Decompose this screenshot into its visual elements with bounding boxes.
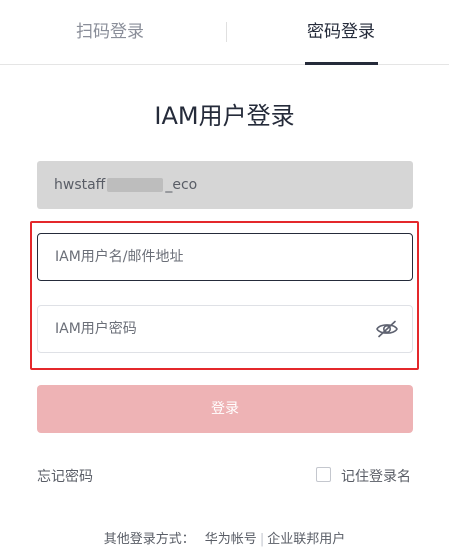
eye-slash-icon[interactable] <box>375 319 399 339</box>
username-input[interactable] <box>37 233 413 281</box>
page-title: IAM用户登录 <box>154 102 295 130</box>
remember-me-label: 记住登录名 <box>341 469 411 485</box>
account-name-redacted <box>107 178 164 192</box>
account-name-prefix: hwstaff <box>54 177 106 193</box>
password-input[interactable] <box>37 305 413 353</box>
tab-qr-login[interactable]: 扫码登录 <box>40 0 180 65</box>
login-button[interactable]: 登录 <box>37 385 413 433</box>
tab-password-login[interactable]: 密码登录 <box>299 0 383 65</box>
login-tabs: 扫码登录 密码登录 <box>0 0 449 65</box>
active-tab-indicator <box>305 62 378 65</box>
federated-user-link[interactable]: 企业联邦用户 <box>267 532 345 547</box>
account-name-field: hwstaff _eco <box>37 161 413 209</box>
other-login-methods: 其他登录方式： 华为帐号 | 企业联邦用户 <box>0 528 449 547</box>
other-login-label: 其他登录方式： <box>103 532 195 547</box>
account-name-suffix: _eco <box>165 177 198 193</box>
remember-me-checkbox[interactable] <box>316 467 331 482</box>
link-separator: | <box>259 532 265 547</box>
tab-divider <box>226 22 227 42</box>
forgot-password-link[interactable]: 忘记密码 <box>37 466 93 486</box>
huawei-account-link[interactable]: 华为帐号 <box>205 532 257 547</box>
